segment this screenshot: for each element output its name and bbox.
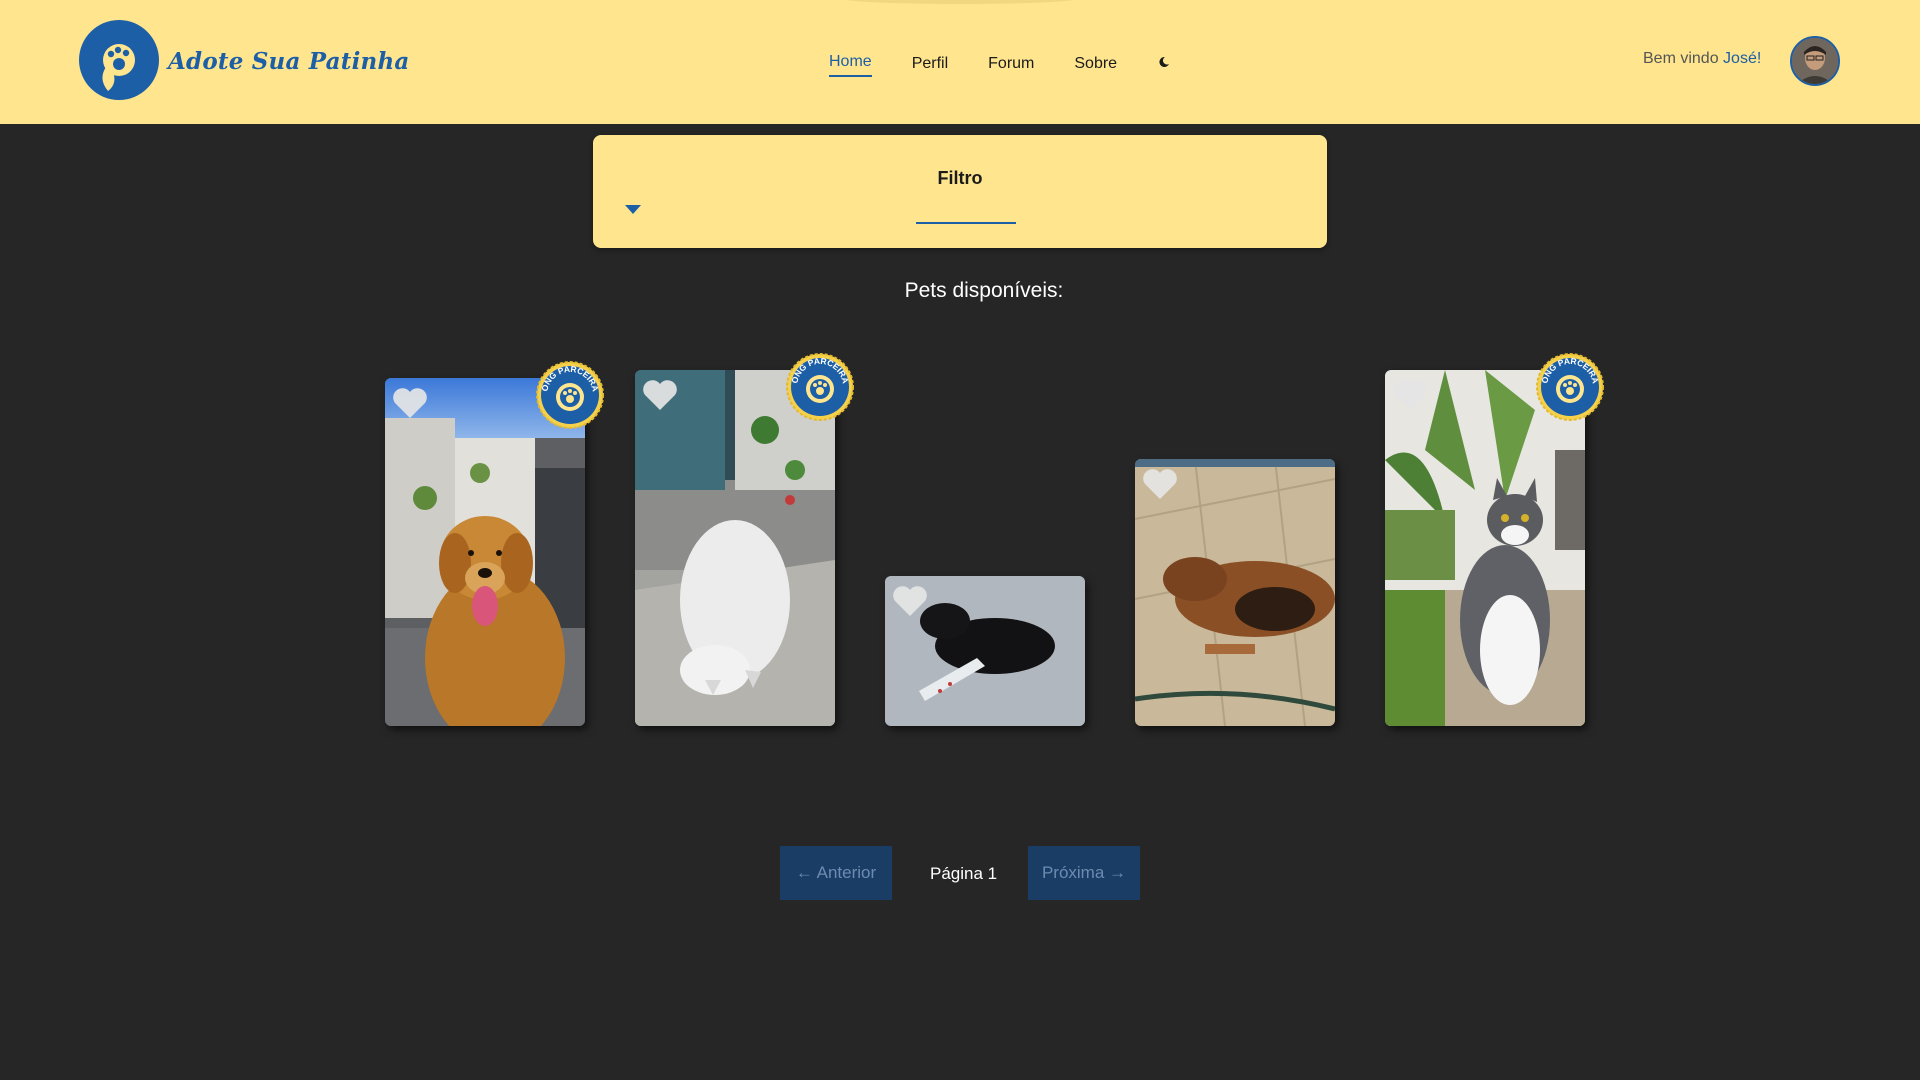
current-page-label: Página 1 [930,864,998,883]
ong-partner-badge-icon: ONG PARCEIRA [536,361,604,429]
top-header: Adote Sua Patinha Home Perfil Forum Sobr… [0,0,1920,124]
main-nav: Home Perfil Forum Sobre [829,51,1171,77]
welcome-message: Bem vindo José! [1643,50,1761,68]
nav-forum[interactable]: Forum [988,53,1034,75]
site-name: Adote Sua Patinha [168,47,410,75]
heart-icon[interactable] [391,386,429,420]
previous-page-button[interactable]: ← Anterior [780,846,892,900]
pet-card[interactable] [885,576,1085,726]
site-logo[interactable]: Adote Sua Patinha [78,19,409,101]
nav-perfil[interactable]: Perfil [912,53,948,75]
pet-photo [635,370,835,726]
header-notch [845,0,1075,4]
welcome-prefix: Bem vindo [1643,50,1719,67]
ong-partner-badge-icon: ONG PARCEIRA [786,353,854,421]
pet-card[interactable]: ONG PARCEIRA [385,361,604,726]
heart-icon[interactable] [891,584,929,618]
filter-panel: Filtro [593,135,1327,248]
pet-card[interactable]: ONG PARCEIRA [635,353,854,726]
paw-logo-icon [79,20,159,100]
filter-title-underline [916,222,1016,224]
pet-card[interactable] [1135,459,1335,726]
pet-photo [1385,370,1585,726]
moon-icon-glyph [1159,56,1170,67]
heart-icon[interactable] [641,378,679,412]
chevron-down-icon[interactable] [625,205,641,214]
nav-home[interactable]: Home [829,51,872,77]
next-page-button[interactable]: Próxima → [1028,846,1140,900]
ong-partner-badge-icon: ONG PARCEIRA [1536,353,1604,421]
pets-heading: Pets disponíveis: [904,279,1064,302]
moon-icon[interactable] [1157,55,1171,69]
heart-icon[interactable] [1391,378,1429,412]
avatar[interactable] [1790,36,1840,86]
filter-title: Filtro [937,168,983,188]
pet-photo [385,378,585,726]
heart-icon[interactable] [1141,467,1179,501]
avatar-image [1792,38,1838,84]
nav-sobre[interactable]: Sobre [1074,53,1117,75]
pet-card[interactable]: ONG PARCEIRA [1385,353,1604,726]
welcome-username: José! [1723,50,1762,67]
